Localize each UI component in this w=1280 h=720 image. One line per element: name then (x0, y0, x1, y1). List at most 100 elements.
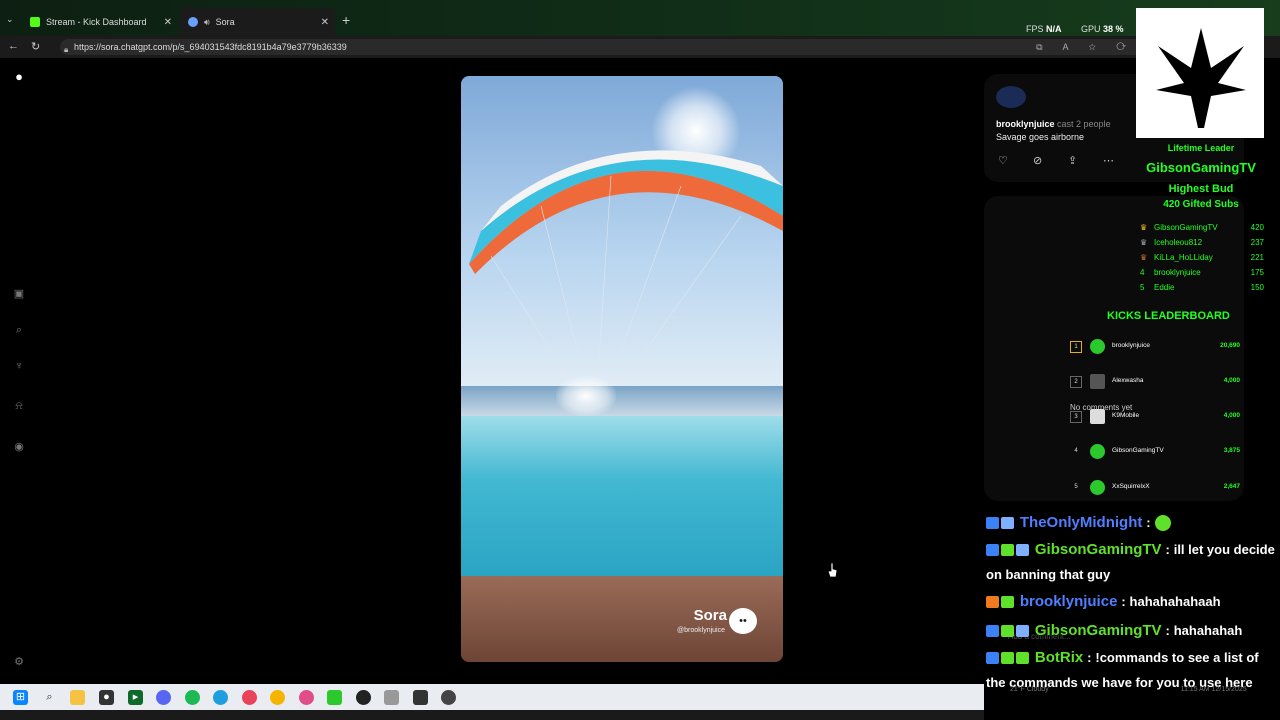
badge-icon (986, 517, 999, 530)
spotify-icon[interactable] (185, 690, 200, 705)
gift-value: 175 (1250, 268, 1264, 277)
system-tray: 21°F Cloudy 11:15 AM 12/15/2025 (1010, 686, 1247, 693)
kicks-row: 3 K9Mobile 4,000 (1070, 407, 1240, 427)
cast-avatars[interactable] (996, 86, 1026, 108)
avatar (1090, 409, 1105, 424)
gift-name: GibsonGamingTV (1154, 223, 1218, 232)
post-username[interactable]: brooklynjuice (996, 119, 1055, 129)
gift-value: 237 (1250, 238, 1264, 247)
address-bar-actions[interactable]: ⧉ A ☆ ⟳ (1036, 39, 1135, 55)
kicks-rank: 4 (1074, 448, 1078, 454)
kicks-row: 1 brooklynjuice 20,690 (1070, 337, 1240, 357)
fps-label: FPS (1026, 24, 1044, 34)
bottom-strip (0, 710, 984, 720)
clock-date[interactable]: 12/15/2025 (1212, 686, 1247, 693)
more-icon[interactable]: ⋯ (1103, 154, 1138, 167)
avatar (1090, 444, 1105, 459)
address-field[interactable]: 🔒︎ https://sora.chatgpt.com/p/s_69403154… (60, 39, 1145, 55)
badge-icon (1001, 625, 1014, 638)
chat-message: TheOnlyMidnight : (986, 508, 1276, 537)
kicks-rank: 2 (1070, 376, 1082, 388)
opera-icon[interactable] (242, 690, 257, 705)
heart-icon[interactable]: ♡ (998, 154, 1033, 167)
tab-sora[interactable]: 🔊︎ Sora ✕ (180, 8, 335, 36)
lifetime-leader-name: GibsonGamingTV (1146, 160, 1256, 175)
chat-username: brooklynjuice (1019, 593, 1118, 610)
chat-text: hahahahahaah (1129, 594, 1221, 609)
fps-readout: FPS N/A (1026, 24, 1062, 34)
trophy-icon[interactable]: ♆ (12, 359, 26, 373)
chat-message: brooklynjuice : hahahahahaah (986, 587, 1276, 616)
app-icon[interactable] (384, 690, 399, 705)
chat-separator: : (1165, 623, 1170, 638)
gpu-value: 38 % (1103, 24, 1124, 34)
fps-value: N/A (1046, 24, 1062, 34)
gift-name: Iceholeou812 (1154, 238, 1203, 247)
start-icon[interactable]: ⊞ (13, 690, 28, 705)
close-icon[interactable]: ✕ (164, 17, 172, 28)
kicks-rank: 1 (1070, 341, 1082, 353)
tab-title: Sora (215, 17, 235, 27)
gift-value: 221 (1250, 253, 1264, 262)
kicks-row: 5 XxSquirrelxX 2,647 (1070, 478, 1240, 498)
obs-icon[interactable]: ● (99, 690, 114, 705)
sora-watermark: Sora (693, 607, 727, 624)
back-button[interactable]: ← (8, 40, 19, 52)
search-icon[interactable]: ⌕ (12, 323, 26, 337)
file-explorer-icon[interactable] (70, 690, 85, 705)
speaker-icon[interactable]: 🔊︎ (204, 17, 210, 28)
windows-taskbar: ⊞ ⌕ ● ▸ (0, 684, 984, 710)
app-icon[interactable] (327, 690, 342, 705)
kicks-value: 4,000 (1223, 412, 1240, 419)
clock-time[interactable]: 11:15 AM (1181, 686, 1210, 693)
tab-title: Stream - Kick Dashboard (46, 17, 147, 27)
tab-kick-dashboard[interactable]: Stream - Kick Dashboard ✕ (22, 8, 178, 36)
highest-bud-value: 420 Gifted Subs (1163, 199, 1239, 210)
home-icon[interactable]: ▣ (12, 287, 26, 301)
badge-icon (1016, 652, 1029, 665)
tab-list-icon[interactable]: ⌄ (6, 14, 14, 25)
gift-rank: 4 (1140, 268, 1145, 277)
new-tab-button[interactable]: + (342, 12, 350, 28)
avatar (1090, 374, 1105, 389)
kick-icon (30, 17, 40, 27)
kicks-name: K9Mobile (1112, 412, 1140, 419)
badge-icon (1016, 544, 1029, 557)
chat-overlay: TheOnlyMidnight : GibsonGamingTV : ill l… (986, 508, 1276, 695)
gift-row: 4 brooklynjuice 175 (1140, 268, 1264, 277)
refresh-button[interactable]: ↻ (31, 40, 40, 53)
screen: ⌄ Stream - Kick Dashboard ✕ 🔊︎ Sora ✕ + … (0, 0, 1280, 720)
app-icon[interactable] (356, 690, 371, 705)
badge-icon (1001, 517, 1014, 530)
capcut-icon[interactable] (413, 690, 428, 705)
terminal-icon[interactable]: ▸ (128, 690, 143, 705)
close-icon[interactable]: ✕ (321, 17, 329, 28)
share-icon[interactable]: ⇪ (1068, 154, 1103, 167)
gift-row: ♛ KiLLa_HoLLiday 221 (1140, 253, 1264, 262)
bell-icon[interactable]: ⍾ (12, 399, 26, 413)
chat-message: GibsonGamingTV : ill let you decide on b… (986, 537, 1276, 587)
url-text: https://sora.chatgpt.com/p/s_694031543fd… (74, 42, 347, 52)
edge-icon[interactable] (213, 690, 228, 705)
kicks-row: 2 Alexwasha 4,000 (1070, 372, 1240, 392)
remix-icon[interactable]: ⊘ (1033, 154, 1068, 167)
avatar (1090, 480, 1105, 495)
badge-icon (986, 544, 999, 557)
video-player[interactable]: Sora @brooklynjuice •• (461, 76, 783, 662)
lifetime-leader-label: Lifetime Leader (1167, 143, 1235, 153)
discord-icon[interactable] (156, 690, 171, 705)
search-icon[interactable]: ⌕ (42, 690, 57, 705)
chat-username: GibsonGamingTV (1034, 622, 1162, 639)
kicks-value: 20,690 (1220, 342, 1240, 349)
app-icon[interactable] (441, 690, 456, 705)
badge-icon (986, 596, 999, 609)
gift-rank: 5 (1140, 283, 1145, 292)
kicks-value: 2,647 (1223, 483, 1240, 490)
sora-logo-icon[interactable]: ● (12, 70, 26, 84)
mouse-cursor (828, 563, 838, 577)
chat-separator: : (1121, 594, 1126, 609)
profile-icon[interactable]: ◉ (12, 440, 26, 454)
settings-icon[interactable]: ⚙ (12, 655, 26, 669)
chrome-icon[interactable] (270, 690, 285, 705)
maps-icon[interactable] (299, 690, 314, 705)
